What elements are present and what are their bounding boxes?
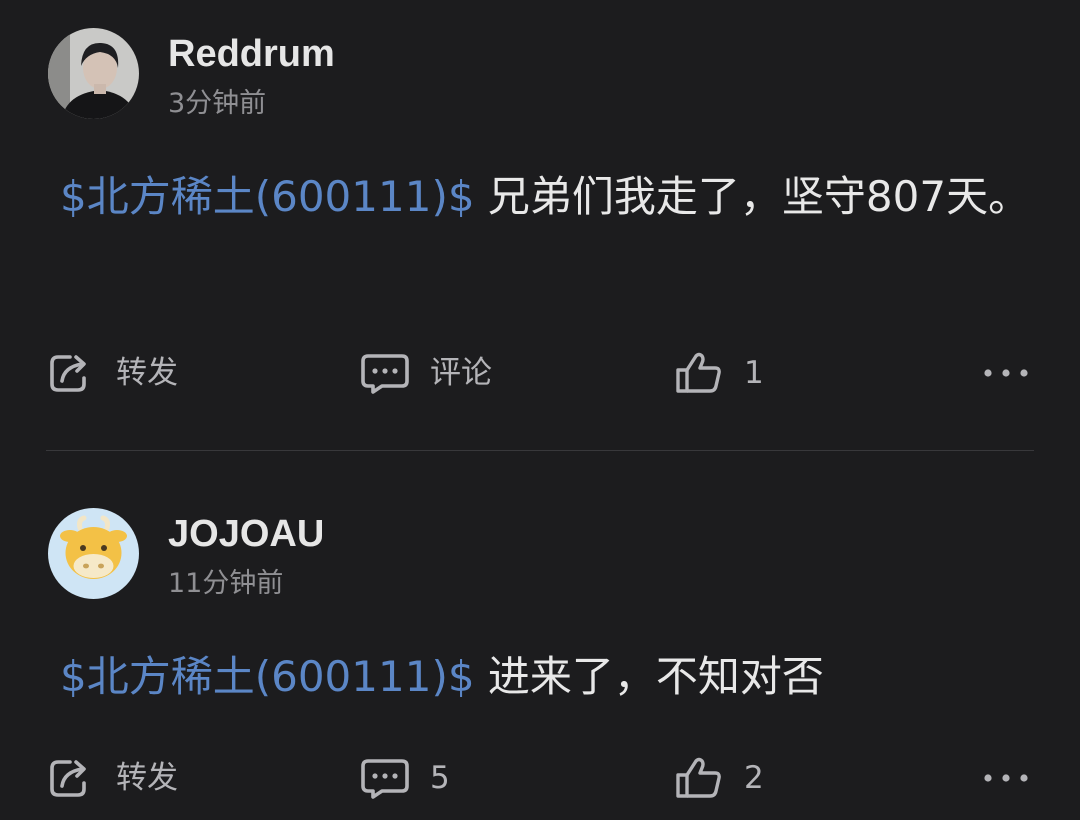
share-label: 转发 (116, 355, 178, 391)
avatar[interactable] (48, 508, 139, 599)
like-count: 1 (744, 355, 764, 391)
avatar-photo-icon (48, 28, 139, 119)
share-label: 转发 (116, 760, 178, 796)
share-icon (50, 355, 86, 392)
username[interactable]: Reddrum (168, 34, 335, 74)
action-bar: 转发 5 2 (0, 748, 1080, 808)
more-icon (984, 774, 1028, 782)
more-icon (984, 369, 1028, 377)
post-content: $北方稀土(600111)$ 进来了，不知对否 (48, 638, 1033, 716)
stock-link[interactable]: $北方稀土(600111)$ (48, 172, 475, 221)
avatar[interactable] (48, 28, 139, 119)
post-text: 兄弟们我走了，坚守807天。 (474, 172, 1031, 221)
comment-icon (361, 759, 409, 799)
comment-count: 5 (430, 760, 450, 796)
divider (46, 450, 1034, 451)
comment-label: 评论 (430, 355, 492, 391)
post-timestamp: 11分钟前 (168, 568, 284, 599)
like-count: 2 (744, 760, 764, 796)
share-button[interactable]: 转发 (48, 748, 178, 808)
thumbs-up-icon (676, 352, 721, 393)
comment-button[interactable]: 5 (360, 748, 450, 808)
post-text: 进来了，不知对否 (474, 652, 824, 701)
share-icon (50, 760, 86, 797)
thumbs-up-icon (676, 757, 721, 798)
username[interactable]: JOJOAU (168, 514, 324, 554)
post-content: $北方稀土(600111)$ 兄弟们我走了，坚守807天。 (48, 158, 1033, 236)
cow-avatar-icon (48, 508, 139, 599)
like-button[interactable]: 1 (674, 343, 764, 403)
comment-button[interactable]: 评论 (360, 343, 492, 403)
stock-link[interactable]: $北方稀土(600111)$ (48, 652, 475, 701)
like-button[interactable]: 2 (674, 748, 764, 808)
share-button[interactable]: 转发 (48, 343, 178, 403)
comment-icon (361, 354, 409, 394)
post-timestamp: 3分钟前 (168, 88, 267, 119)
more-button[interactable] (978, 343, 1034, 403)
feed: Reddrum 3分钟前 $北方稀土(600111)$ 兄弟们我走了，坚守807… (0, 0, 1080, 820)
more-button[interactable] (978, 748, 1034, 808)
action-bar: 转发 评论 1 (0, 343, 1080, 403)
